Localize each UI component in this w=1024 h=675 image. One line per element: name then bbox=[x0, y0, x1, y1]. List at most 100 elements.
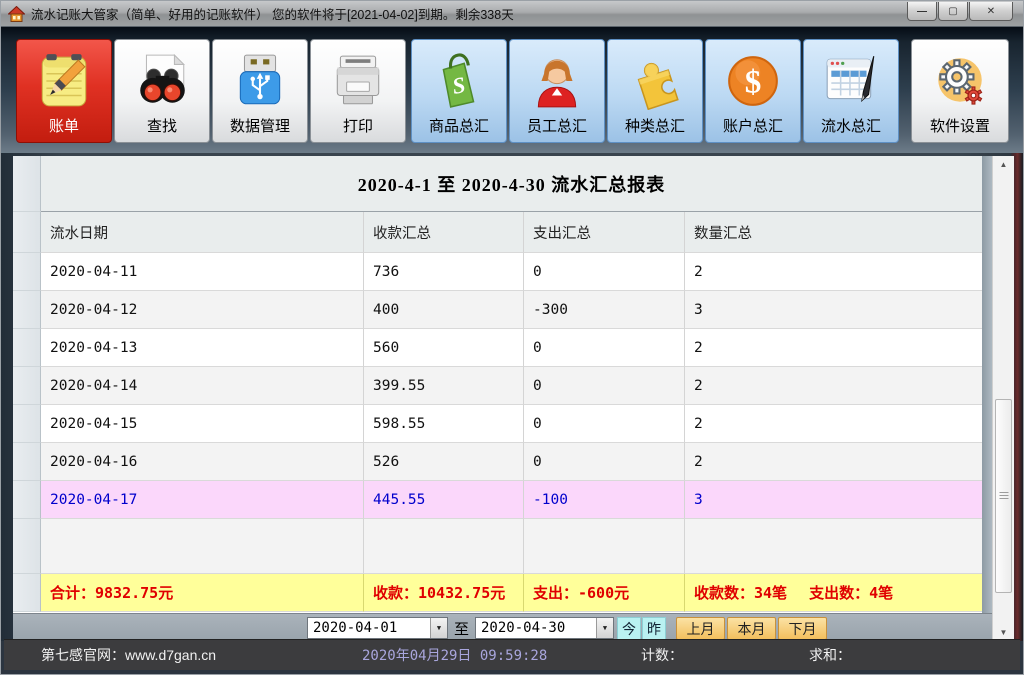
toolbar-button-data-management[interactable]: 数据管理 bbox=[212, 39, 308, 143]
row-header-cell[interactable] bbox=[13, 405, 41, 443]
row-header-cell bbox=[13, 574, 41, 612]
grid-right-gap bbox=[982, 156, 992, 613]
row-header-cell[interactable] bbox=[13, 443, 41, 481]
table-row[interactable]: 2020-04-11 736 0 2 bbox=[13, 253, 982, 291]
toolbar-button-category-summary[interactable]: 种类总汇 bbox=[607, 39, 703, 143]
cell-date[interactable]: 2020-04-17 bbox=[41, 481, 364, 519]
row-header-cell[interactable] bbox=[13, 367, 41, 405]
today-button[interactable]: 今 bbox=[617, 617, 641, 640]
cell-income[interactable]: 560 bbox=[364, 329, 524, 367]
cell-income[interactable]: 598.55 bbox=[364, 405, 524, 443]
table-row[interactable]: 2020-04-16 526 0 2 bbox=[13, 443, 982, 481]
totals-grand: 合计：9832.75元 bbox=[41, 574, 364, 612]
toolbar-button-label: 账户总汇 bbox=[723, 119, 783, 135]
scroll-up-arrow-icon[interactable]: ▲ bbox=[993, 156, 1014, 173]
prev-month-button[interactable]: 上月 bbox=[676, 617, 725, 640]
cell-date[interactable]: 2020-04-11 bbox=[41, 253, 364, 291]
cell-quantity[interactable]: 2 bbox=[685, 367, 982, 405]
employee-icon bbox=[528, 52, 586, 110]
toolbar-button-goods-summary[interactable]: S 商品总汇 bbox=[411, 39, 507, 143]
cell-expense[interactable]: 0 bbox=[524, 443, 685, 481]
this-month-button[interactable]: 本月 bbox=[727, 617, 776, 640]
spreadsheet-pen-icon bbox=[822, 52, 880, 110]
toolbar-button-label: 员工总汇 bbox=[527, 119, 587, 135]
row-header-cell bbox=[13, 212, 41, 253]
cell-quantity[interactable]: 2 bbox=[685, 443, 982, 481]
chevron-down-icon[interactable]: ▼ bbox=[596, 618, 613, 638]
yesterday-button[interactable]: 昨 bbox=[642, 617, 666, 640]
toolbar-button-staff-summary[interactable]: 员工总汇 bbox=[509, 39, 605, 143]
chevron-down-icon[interactable]: ▼ bbox=[430, 618, 447, 638]
cell-date[interactable]: 2020-04-16 bbox=[41, 443, 364, 481]
usb-drive-icon bbox=[231, 52, 289, 110]
row-header-cell bbox=[13, 156, 41, 212]
next-month-button[interactable]: 下月 bbox=[778, 617, 827, 640]
scrollbar-grip bbox=[999, 492, 1008, 500]
table-row[interactable]: 2020-04-15 598.55 0 2 bbox=[13, 405, 982, 443]
cell-empty bbox=[364, 519, 524, 574]
puzzle-icon bbox=[626, 52, 684, 110]
toolbar-button-bills[interactable]: 账单 bbox=[16, 39, 112, 143]
column-header-expense[interactable]: 支出汇总 bbox=[524, 212, 685, 253]
app-window: 流水记账大管家（简单、好用的记账软件） 您的软件将于[2021-04-02]到期… bbox=[0, 0, 1024, 675]
main-content: 2020-4-1 至 2020-4-30 流水汇总报表 流水日期 收款汇总 支出… bbox=[1, 153, 1023, 641]
end-date-combobox[interactable]: 2020-04-30 ▼ bbox=[475, 617, 614, 639]
column-header-income[interactable]: 收款汇总 bbox=[364, 212, 524, 253]
totals-counts: 收款数：34笔 支出数：4笔 bbox=[685, 574, 982, 612]
totals-expense-count: 支出数：4笔 bbox=[809, 582, 893, 603]
date-range-separator: 至 bbox=[454, 614, 469, 642]
vertical-scrollbar[interactable]: ▲ ▼ bbox=[992, 156, 1014, 641]
cell-expense[interactable]: 0 bbox=[524, 253, 685, 291]
cell-quantity[interactable]: 2 bbox=[685, 329, 982, 367]
toolbar-button-search[interactable]: 查找 bbox=[114, 39, 210, 143]
cell-income[interactable]: 526 bbox=[364, 443, 524, 481]
toolbar-button-print[interactable]: 打印 bbox=[310, 39, 406, 143]
main-toolbar: 账单 查找 bbox=[1, 27, 1023, 153]
cell-expense[interactable]: 0 bbox=[524, 329, 685, 367]
toolbar-button-settings[interactable]: 软件设置 bbox=[911, 39, 1009, 143]
toolbar-button-label: 商品总汇 bbox=[429, 119, 489, 135]
table-row[interactable]: 2020-04-14 399.55 0 2 bbox=[13, 367, 982, 405]
row-header-cell[interactable] bbox=[13, 253, 41, 291]
scrollbar-thumb[interactable] bbox=[995, 399, 1012, 593]
cell-expense[interactable]: -300 bbox=[524, 291, 685, 329]
start-date-combobox[interactable]: 2020-04-01 ▼ bbox=[307, 617, 448, 639]
cell-quantity[interactable]: 3 bbox=[685, 291, 982, 329]
toolbar-button-account-summary[interactable]: $ 账户总汇 bbox=[705, 39, 801, 143]
table-row[interactable]: 2020-04-12 400 -300 3 bbox=[13, 291, 982, 329]
cell-quantity[interactable]: 3 bbox=[685, 481, 982, 519]
cell-date[interactable]: 2020-04-15 bbox=[41, 405, 364, 443]
cell-quantity[interactable]: 2 bbox=[685, 253, 982, 291]
row-header-cell[interactable] bbox=[13, 291, 41, 329]
column-header-quantity[interactable]: 数量汇总 bbox=[685, 212, 982, 253]
cell-expense[interactable]: 0 bbox=[524, 367, 685, 405]
toolbar-button-label: 数据管理 bbox=[230, 119, 290, 135]
cell-income[interactable]: 399.55 bbox=[364, 367, 524, 405]
cell-date[interactable]: 2020-04-13 bbox=[41, 329, 364, 367]
app-home-icon bbox=[8, 6, 25, 22]
totals-income: 收款：10432.75元 bbox=[364, 574, 524, 612]
cell-income[interactable]: 445.55 bbox=[364, 481, 524, 519]
cell-date[interactable]: 2020-04-14 bbox=[41, 367, 364, 405]
table-row-empty bbox=[13, 519, 982, 574]
row-header-cell[interactable] bbox=[13, 481, 41, 519]
cell-date[interactable]: 2020-04-12 bbox=[41, 291, 364, 329]
toolbar-button-flow-summary[interactable]: 流水总汇 bbox=[803, 39, 899, 143]
cell-empty bbox=[685, 519, 982, 574]
table-row-selected[interactable]: 2020-04-17 445.55 -100 3 bbox=[13, 481, 982, 519]
column-header-date[interactable]: 流水日期 bbox=[41, 212, 364, 253]
cell-expense[interactable]: 0 bbox=[524, 405, 685, 443]
close-button[interactable]: ✕ bbox=[969, 2, 1013, 21]
cell-income[interactable]: 736 bbox=[364, 253, 524, 291]
cell-income[interactable]: 400 bbox=[364, 291, 524, 329]
maximize-button[interactable]: ▢ bbox=[938, 2, 968, 21]
table-row[interactable]: 2020-04-13 560 0 2 bbox=[13, 329, 982, 367]
cell-quantity[interactable]: 2 bbox=[685, 405, 982, 443]
cell-expense[interactable]: -100 bbox=[524, 481, 685, 519]
row-header-cell[interactable] bbox=[13, 329, 41, 367]
totals-row: 合计：9832.75元 收款：10432.75元 支出：-600元 收款数：34… bbox=[13, 574, 982, 612]
minimize-button[interactable]: — bbox=[907, 2, 937, 21]
cell-empty bbox=[41, 519, 364, 574]
toolbar-button-label: 账单 bbox=[49, 119, 79, 135]
dollar-icon: $ bbox=[724, 52, 782, 110]
